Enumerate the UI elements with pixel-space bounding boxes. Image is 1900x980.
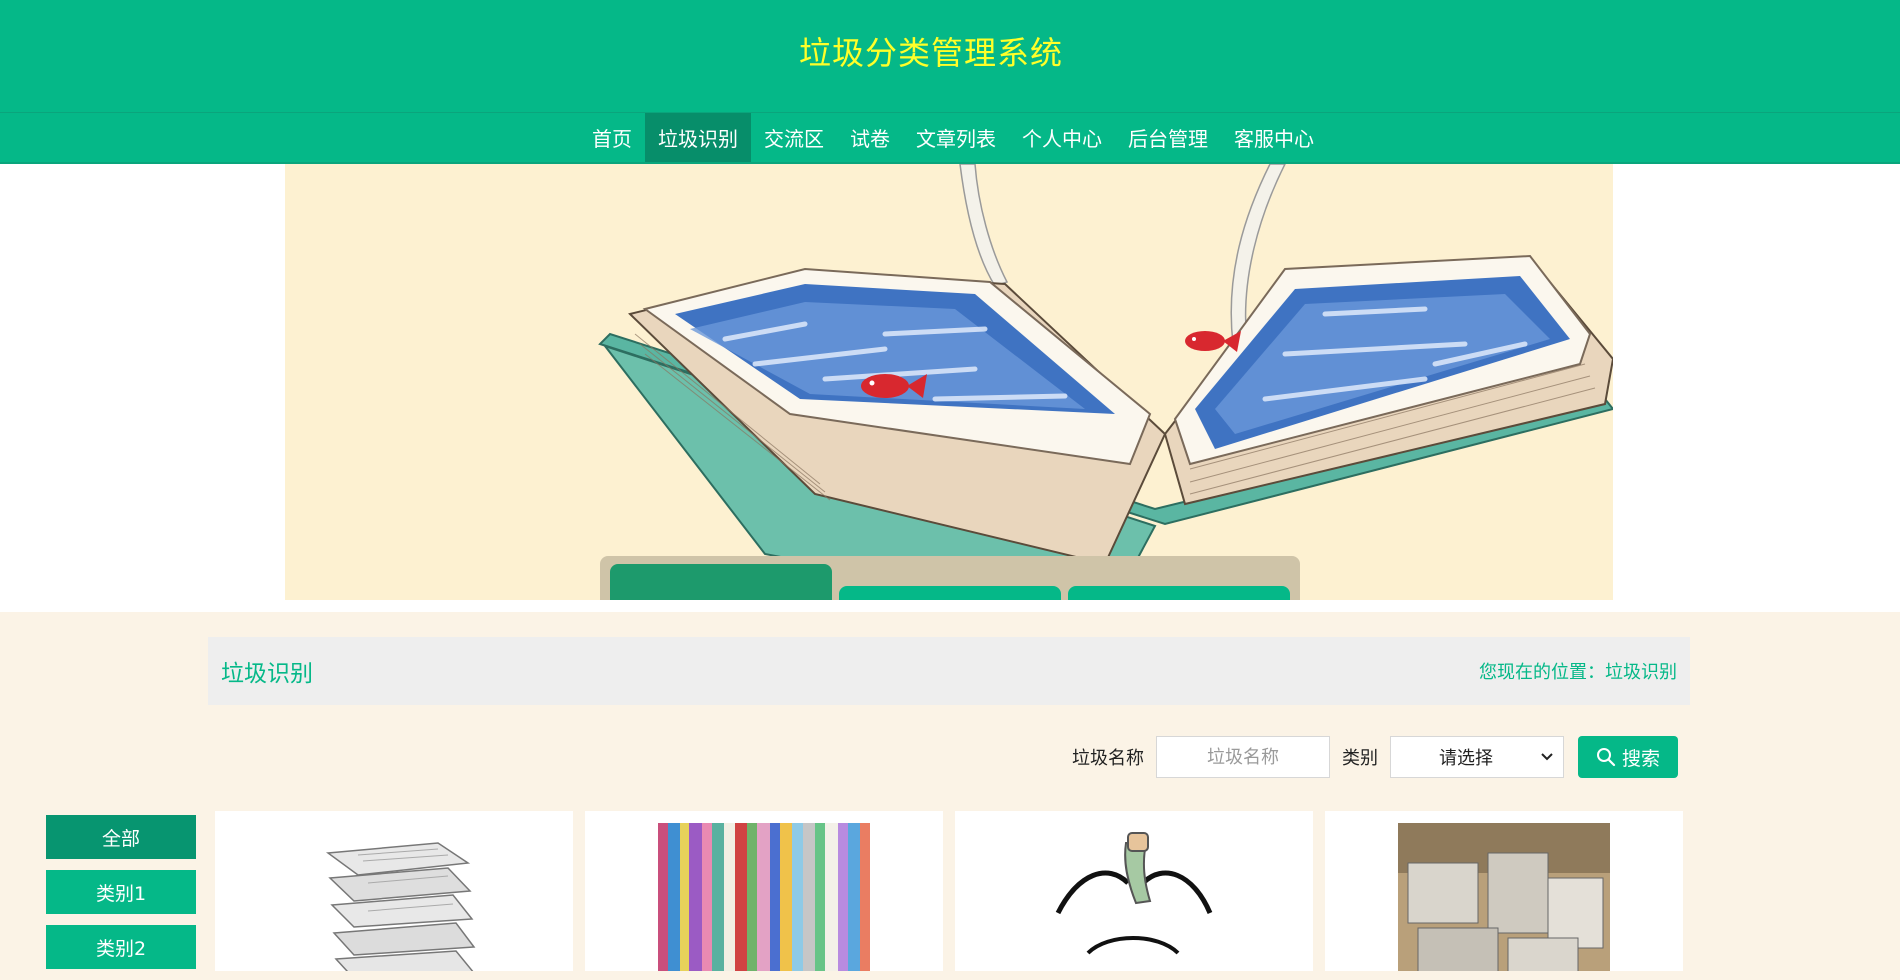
search-bar: 垃圾名称 类别 请选择 搜索 bbox=[1072, 736, 1678, 778]
magnifier-icon bbox=[1596, 748, 1616, 767]
e-waste-image bbox=[1398, 823, 1610, 971]
main-nav: 首页 垃圾识别 交流区 试卷 文章列表 个人中心 后台管理 客服中心 bbox=[0, 112, 1900, 164]
category-sidebar: 全部 类别1 类别2 bbox=[46, 815, 196, 980]
book-illustration bbox=[598, 164, 1613, 600]
category-select[interactable]: 请选择 bbox=[1390, 736, 1564, 778]
category-item-1[interactable]: 类别1 bbox=[46, 870, 196, 914]
search-button-label: 搜索 bbox=[1621, 747, 1660, 770]
garbage-card-grid bbox=[215, 811, 1683, 971]
garbage-card[interactable] bbox=[215, 811, 573, 971]
nav-item-support[interactable]: 客服中心 bbox=[1221, 113, 1327, 162]
garbage-name-input[interactable] bbox=[1156, 736, 1330, 778]
carousel-indicator-1[interactable] bbox=[610, 564, 832, 600]
site-header: 垃圾分类管理系统 bbox=[0, 0, 1900, 112]
nav-item-exam[interactable]: 试卷 bbox=[837, 113, 903, 162]
recycle-illustration-image bbox=[1028, 823, 1240, 971]
nav-item-profile[interactable]: 个人中心 bbox=[1009, 113, 1115, 162]
search-button[interactable]: 搜索 bbox=[1578, 736, 1678, 778]
carousel-indicator-2[interactable] bbox=[839, 586, 1061, 600]
nav-item-garbage-recognition[interactable]: 垃圾识别 bbox=[645, 113, 751, 162]
books-image bbox=[658, 823, 870, 971]
garbage-card[interactable] bbox=[1325, 811, 1683, 971]
carousel-indicator-bar bbox=[600, 556, 1300, 600]
category-item-all[interactable]: 全部 bbox=[46, 815, 196, 859]
chevron-down-icon bbox=[1541, 753, 1553, 761]
site-title: 垃圾分类管理系统 bbox=[798, 34, 1063, 72]
carousel-indicator-3[interactable] bbox=[1068, 586, 1290, 600]
nav-item-admin[interactable]: 后台管理 bbox=[1115, 113, 1221, 162]
garbage-name-label: 垃圾名称 bbox=[1072, 748, 1144, 769]
nav-item-home[interactable]: 首页 bbox=[579, 113, 645, 162]
nav-item-forum[interactable]: 交流区 bbox=[751, 113, 837, 162]
garbage-card[interactable] bbox=[955, 811, 1313, 971]
page-header-bar: 垃圾识别 您现在的位置：垃圾识别 bbox=[208, 637, 1690, 705]
category-label: 类别 bbox=[1342, 748, 1378, 769]
category-item-2[interactable]: 类别2 bbox=[46, 925, 196, 969]
nav-item-articles[interactable]: 文章列表 bbox=[903, 113, 1009, 162]
banner-carousel[interactable] bbox=[285, 164, 1613, 600]
newspaper-image bbox=[288, 823, 500, 971]
page-title: 垃圾识别 bbox=[221, 661, 313, 687]
garbage-card[interactable] bbox=[585, 811, 943, 971]
breadcrumb: 您现在的位置：垃圾识别 bbox=[1479, 662, 1677, 683]
banner-section bbox=[0, 164, 1900, 612]
category-select-value: 请选择 bbox=[1439, 748, 1493, 769]
